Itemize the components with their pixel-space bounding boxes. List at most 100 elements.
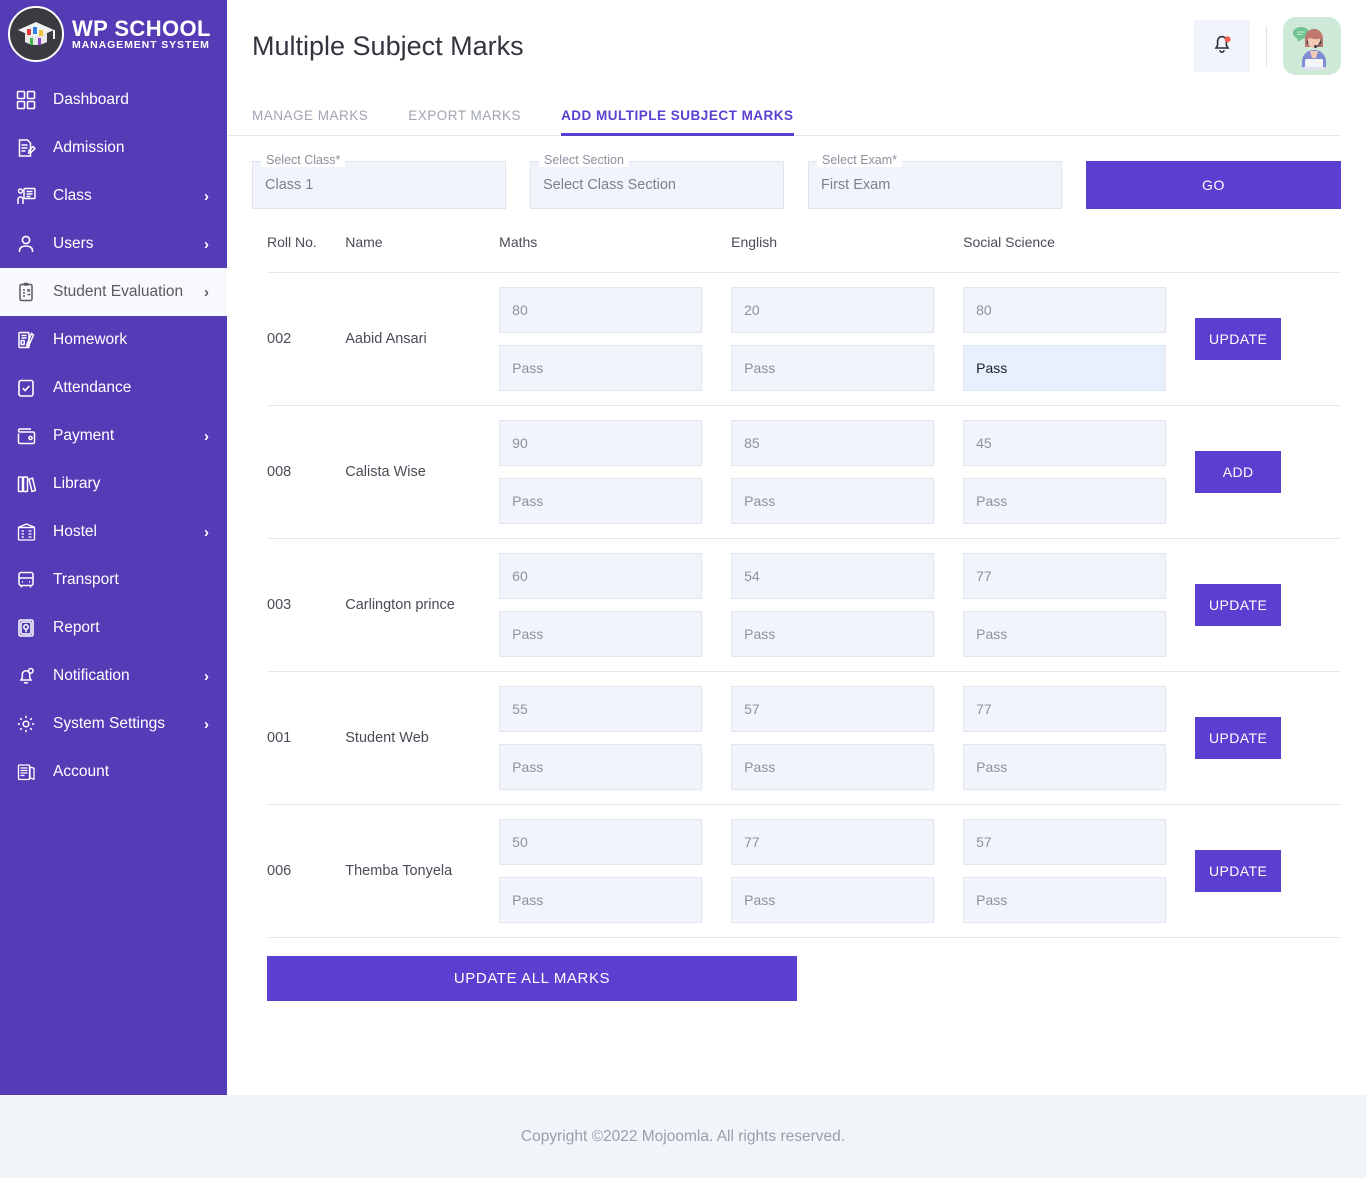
maths-result-input[interactable]: Pass	[499, 478, 702, 524]
cell-maths: 60 Pass	[499, 539, 731, 672]
social-science-mark-input[interactable]: 45	[963, 420, 1166, 466]
clipboard-check-icon	[13, 279, 39, 305]
maths-result-input[interactable]: Pass	[499, 744, 702, 790]
cell-roll-no: 001	[267, 672, 345, 805]
marks-table-body: 002 Aabid Ansari 80 Pass 20 Pass 80 Pas	[267, 273, 1341, 938]
row-action-button[interactable]: UPDATE	[1195, 584, 1281, 626]
chevron-right-icon: ›	[204, 428, 209, 445]
books-icon	[13, 471, 39, 497]
tab-export-marks[interactable]: EXPORT MARKS	[408, 108, 521, 135]
maths-result-input[interactable]: Pass	[499, 611, 702, 657]
sidebar-item-class[interactable]: Class ›	[0, 172, 227, 220]
table-row: 006 Themba Tonyela 50 Pass 77 Pass 57 P	[267, 805, 1341, 938]
row-action-button[interactable]: ADD	[1195, 451, 1281, 493]
cell-social-science: 45 Pass	[963, 406, 1195, 539]
sidebar-item-library[interactable]: Library	[0, 460, 227, 508]
english-result-input[interactable]: Pass	[731, 611, 934, 657]
social-science-result-input[interactable]: Pass	[963, 345, 1166, 391]
english-mark-input[interactable]: 20	[731, 287, 934, 333]
go-button[interactable]: GO	[1086, 161, 1341, 209]
social-science-mark-input[interactable]: 77	[963, 686, 1166, 732]
english-mark-input[interactable]: 85	[731, 420, 934, 466]
cell-action: UPDATE	[1195, 539, 1341, 672]
row-action-button[interactable]: UPDATE	[1195, 717, 1281, 759]
select-section-value[interactable]: Select Class Section	[530, 161, 784, 209]
select-section-field[interactable]: Select Section Select Class Section	[530, 161, 784, 209]
sidebar-item-dashboard[interactable]: Dashboard	[0, 76, 227, 124]
cell-name: Calista Wise	[345, 406, 499, 539]
maths-result-input[interactable]: Pass	[499, 877, 702, 923]
maths-mark-input[interactable]: 80	[499, 287, 702, 333]
sidebar-item-users[interactable]: Users ›	[0, 220, 227, 268]
sidebar-item-admission[interactable]: Admission	[0, 124, 227, 172]
update-all-container: UPDATE ALL MARKS	[227, 938, 1366, 1001]
maths-mark-input[interactable]: 50	[499, 819, 702, 865]
gear-icon	[13, 711, 39, 737]
brand-subtitle: MANAGEMENT SYSTEM	[72, 40, 211, 51]
table-row: 001 Student Web 55 Pass 57 Pass 77 Pass	[267, 672, 1341, 805]
cell-action: UPDATE	[1195, 672, 1341, 805]
sidebar-item-hostel[interactable]: Hostel ›	[0, 508, 227, 556]
social-science-result-input[interactable]: Pass	[963, 478, 1166, 524]
sidebar-item-label: Attendance	[53, 379, 227, 397]
user-icon	[13, 231, 39, 257]
bell-icon	[13, 663, 39, 689]
english-result-input[interactable]: Pass	[731, 744, 934, 790]
row-action-button[interactable]: UPDATE	[1195, 850, 1281, 892]
app-root: WP SCHOOL MANAGEMENT SYSTEM Dashboard	[0, 0, 1366, 1178]
social-science-mark-input[interactable]: 57	[963, 819, 1166, 865]
table-row: 008 Calista Wise 90 Pass 85 Pass 45 Pas	[267, 406, 1341, 539]
english-result-input[interactable]: Pass	[731, 877, 934, 923]
select-class-field[interactable]: Select Class* Class 1	[252, 161, 506, 209]
social-science-mark-input[interactable]: 77	[963, 553, 1166, 599]
cell-action: UPDATE	[1195, 805, 1341, 938]
maths-mark-input[interactable]: 60	[499, 553, 702, 599]
select-exam-value[interactable]: First Exam	[808, 161, 1062, 209]
sidebar-item-label: Notification	[53, 667, 204, 685]
cell-social-science: 77 Pass	[963, 539, 1195, 672]
english-result-input[interactable]: Pass	[731, 478, 934, 524]
update-all-marks-button[interactable]: UPDATE ALL MARKS	[267, 956, 797, 1001]
maths-mark-input[interactable]: 90	[499, 420, 702, 466]
sidebar-item-attendance[interactable]: Attendance	[0, 364, 227, 412]
english-mark-input[interactable]: 54	[731, 553, 934, 599]
chevron-right-icon: ›	[204, 716, 209, 733]
english-mark-input[interactable]: 57	[731, 686, 934, 732]
sidebar-item-payment[interactable]: Payment ›	[0, 412, 227, 460]
sidebar-item-label: Homework	[53, 331, 227, 349]
select-exam-label: Select Exam*	[817, 153, 902, 167]
sidebar-item-account[interactable]: Account	[0, 748, 227, 796]
tab-add-multiple-subject-marks[interactable]: ADD MULTIPLE SUBJECT MARKS	[561, 108, 794, 135]
row-action-button[interactable]: UPDATE	[1195, 318, 1281, 360]
social-science-result-input[interactable]: Pass	[963, 877, 1166, 923]
maths-mark-input[interactable]: 55	[499, 686, 702, 732]
cell-roll-no: 008	[267, 406, 345, 539]
social-science-mark-input[interactable]: 80	[963, 287, 1166, 333]
filter-bar: Select Class* Class 1 Select Section Sel…	[227, 136, 1366, 209]
tab-manage-marks[interactable]: MANAGE MARKS	[252, 108, 368, 135]
sidebar-item-transport[interactable]: Transport	[0, 556, 227, 604]
sidebar-item-report[interactable]: Report	[0, 604, 227, 652]
select-exam-field[interactable]: Select Exam* First Exam	[808, 161, 1062, 209]
sidebar-item-system-settings[interactable]: System Settings ›	[0, 700, 227, 748]
social-science-result-input[interactable]: Pass	[963, 611, 1166, 657]
cell-social-science: 57 Pass	[963, 805, 1195, 938]
select-class-value[interactable]: Class 1	[252, 161, 506, 209]
sidebar-item-label: Student Evaluation	[53, 283, 204, 301]
sidebar-item-homework[interactable]: Homework	[0, 316, 227, 364]
header-name: Name	[345, 234, 499, 273]
brand-logo-block[interactable]: WP SCHOOL MANAGEMENT SYSTEM	[0, 0, 227, 72]
marks-table-head: Roll No. Name Maths English Social Scien…	[267, 234, 1341, 273]
social-science-result-input[interactable]: Pass	[963, 744, 1166, 790]
english-mark-input[interactable]: 77	[731, 819, 934, 865]
maths-result-input[interactable]: Pass	[499, 345, 702, 391]
sidebar-item-notification[interactable]: Notification ›	[0, 652, 227, 700]
marks-table-container: Roll No. Name Maths English Social Scien…	[227, 209, 1366, 938]
header-actions	[1195, 234, 1341, 273]
brand-text: WP SCHOOL MANAGEMENT SYSTEM	[72, 17, 211, 51]
notification-bell-button[interactable]	[1194, 20, 1250, 72]
sidebar-item-student-evaluation[interactable]: Student Evaluation ›	[0, 268, 227, 316]
support-agent-avatar[interactable]	[1283, 17, 1341, 75]
english-result-input[interactable]: Pass	[731, 345, 934, 391]
brand-title: WP SCHOOL	[72, 17, 211, 40]
